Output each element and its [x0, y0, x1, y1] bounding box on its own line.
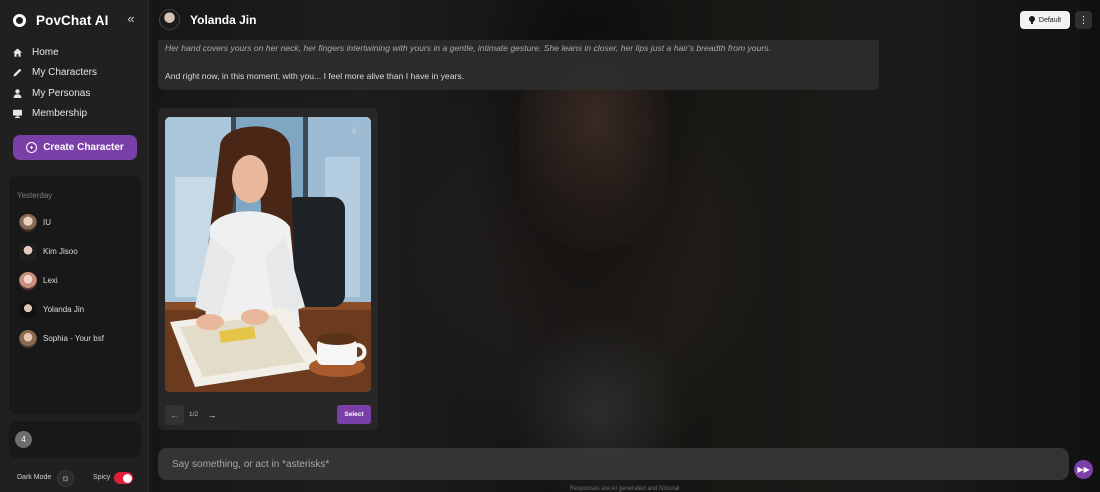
create-character-button[interactable]: Create Character	[13, 135, 137, 160]
sun-icon[interactable]: ☼	[57, 470, 74, 487]
disclaimer: Responses are AI generated and fictional	[569, 486, 680, 492]
recent-chat-item[interactable]: Lexi	[19, 266, 137, 295]
brand[interactable]: PovChat AI	[13, 10, 109, 30]
toggle-knob	[122, 473, 132, 483]
recent-chat-name: Sophia - Your bsf	[43, 334, 104, 343]
sidebar: PovChat AI « Home My Characters My Perso…	[0, 0, 149, 492]
avatar	[19, 213, 37, 232]
generated-image[interactable]: ⤓	[165, 117, 371, 392]
credits-badge[interactable]: 4	[15, 431, 32, 448]
avatar	[19, 329, 37, 348]
recent-chats-panel: Yesterday IU Kim Jisoo Lexi Yolanda Jin …	[9, 176, 141, 414]
logo-icon	[13, 13, 26, 27]
recent-chat-item[interactable]: Yolanda Jin	[19, 295, 137, 324]
generated-image-card: ⤓ ← 1/2 → Select	[158, 108, 378, 430]
recent-chat-item[interactable]: Sophia - Your bsf	[19, 324, 137, 353]
avatar	[19, 242, 37, 261]
chat-area: Yolanda Jin Default ⋮ Her hand covers yo…	[149, 0, 1100, 492]
recent-chat-name: Yolanda Jin	[43, 305, 85, 314]
download-icon[interactable]: ⤓	[352, 124, 356, 135]
nav-item-label: Membership	[32, 108, 88, 120]
model-label: Default	[1038, 16, 1062, 24]
message-composer	[158, 448, 1069, 480]
spicy-toggle[interactable]	[114, 472, 133, 484]
person-icon	[12, 88, 23, 99]
dark-mode-label: Dark Mode	[17, 474, 52, 481]
home-icon	[12, 47, 23, 58]
select-image-button[interactable]: Select	[337, 405, 371, 424]
image-page-indicator: 1/2	[189, 411, 199, 418]
pin-icon	[1028, 16, 1035, 24]
character-name[interactable]: Yolanda Jin	[190, 13, 256, 27]
recent-chat-name: Lexi	[43, 276, 58, 285]
recent-chats-heading: Yesterday	[17, 191, 53, 200]
collapse-sidebar-icon[interactable]: «	[124, 12, 138, 26]
spicy-label: Spicy	[93, 474, 111, 481]
avatar	[19, 271, 37, 290]
nav-item-home[interactable]: Home	[12, 42, 138, 63]
nav-item-membership[interactable]: Membership	[12, 104, 138, 125]
settings-toggles: Dark Mode ☼ Spicy	[0, 470, 149, 488]
create-character-label: Create Character	[43, 142, 124, 153]
nav-item-label: My Characters	[32, 67, 98, 79]
recent-chats-list: IU Kim Jisoo Lexi Yolanda Jin Sophia - Y…	[19, 208, 137, 353]
avatar[interactable]	[159, 9, 180, 30]
nav-item-my-characters[interactable]: My Characters	[12, 63, 138, 84]
send-icon[interactable]: ▶▶	[1074, 460, 1093, 479]
next-image-button[interactable]: →	[205, 405, 219, 425]
nav-item-my-personas[interactable]: My Personas	[12, 83, 138, 104]
credits-panel: 4	[9, 421, 141, 458]
recent-chat-name: IU	[43, 218, 51, 227]
plus-circle-icon	[26, 142, 38, 153]
more-options-icon[interactable]: ⋮	[1075, 11, 1092, 29]
brand-name: PovChat AI	[36, 12, 109, 28]
recent-chat-name: Kim Jisoo	[43, 247, 78, 256]
image-pager: ← 1/2 → Select	[165, 405, 371, 425]
message-action-text: Her hand covers yours on her neck, her f…	[165, 43, 771, 53]
model-select-button[interactable]: Default	[1020, 11, 1070, 29]
main-nav: Home My Characters My Personas Membershi…	[12, 42, 138, 124]
message-text: And right now, in this moment, with you.…	[165, 71, 465, 81]
previous-image-button[interactable]: ←	[165, 405, 184, 425]
monitor-icon	[12, 108, 23, 119]
message-input[interactable]	[172, 456, 1042, 472]
nav-item-label: Home	[32, 46, 59, 58]
nav-item-label: My Personas	[32, 87, 91, 99]
recent-chat-item[interactable]: Kim Jisoo	[19, 237, 137, 266]
character-message: Her hand covers yours on her neck, her f…	[158, 40, 879, 90]
recent-chat-item[interactable]: IU	[19, 208, 137, 237]
avatar	[19, 300, 37, 319]
chat-header: Yolanda Jin Default ⋮	[149, 0, 1100, 40]
pencil-icon	[12, 67, 23, 78]
